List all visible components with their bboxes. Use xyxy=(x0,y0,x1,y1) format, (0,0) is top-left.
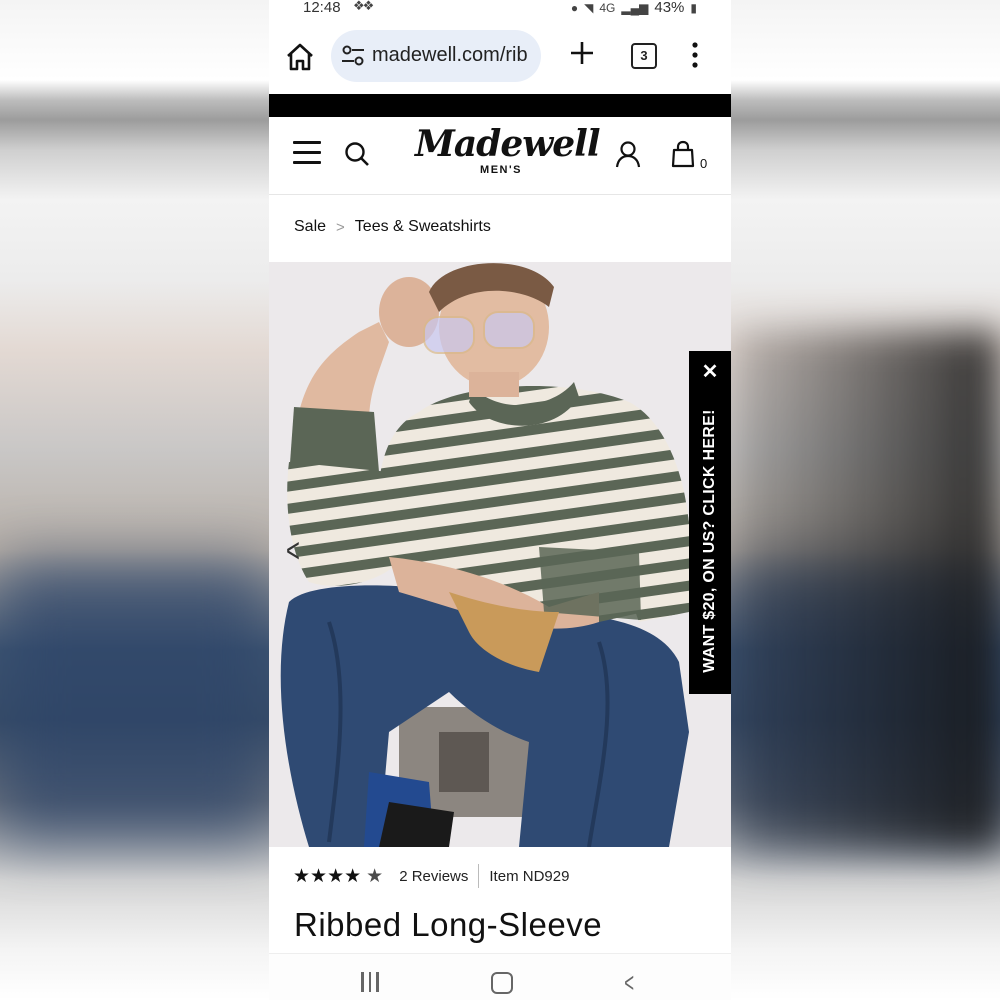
url-text: madewell.com/rib xyxy=(372,44,528,66)
battery-level: 43% xyxy=(654,0,685,16)
android-nav-bar: < xyxy=(269,953,731,1000)
menu-icon[interactable] xyxy=(293,141,321,165)
model-photo xyxy=(269,262,731,847)
location-icon: ● xyxy=(570,0,579,15)
dropbox-icon: ❖❖ xyxy=(353,0,374,13)
blurred-background-shadow xyxy=(732,330,1000,850)
back-icon[interactable]: < xyxy=(624,967,634,999)
battery-icon: ▮ xyxy=(690,0,697,15)
shopping-bag-icon[interactable] xyxy=(671,140,695,168)
promo-text[interactable]: WANT $20, ON US? CLICK HERE! xyxy=(701,409,719,673)
site-header: Madewell MEN'S 0 xyxy=(269,118,731,195)
reviews-link[interactable]: 2 Reviews xyxy=(399,868,468,885)
signal-icon: ▂▄▆ xyxy=(621,0,649,15)
close-icon[interactable]: ✕ xyxy=(689,359,731,384)
breadcrumb-sale[interactable]: Sale xyxy=(294,218,326,236)
tab-switcher-button[interactable]: 3 xyxy=(631,43,657,69)
star-rating[interactable]: ★★★★ ★ xyxy=(293,865,383,888)
search-icon[interactable] xyxy=(343,140,371,168)
madewell-logo[interactable]: Madewell MEN'S xyxy=(415,123,601,176)
breadcrumb-separator: > xyxy=(336,218,345,236)
previous-image-arrow[interactable]: < xyxy=(286,532,300,571)
half-star-icon: ★ xyxy=(366,865,384,887)
product-image[interactable]: < xyxy=(269,262,731,847)
recent-apps-icon[interactable] xyxy=(361,972,383,992)
network-type: 4G xyxy=(599,0,616,15)
home-nav-icon[interactable] xyxy=(491,972,513,994)
address-bar[interactable]: madewell.com/rib xyxy=(331,30,541,82)
wifi-icon: ◥ xyxy=(584,0,594,15)
blurred-background-left xyxy=(0,560,268,840)
item-number: Item ND929 xyxy=(489,867,570,885)
rating-row: ★★★★ ★ 2 Reviews Item ND929 xyxy=(293,864,569,888)
bag-count: 0 xyxy=(700,156,708,171)
logo-subtitle: MEN'S xyxy=(480,164,522,176)
logo-wordmark: Madewell xyxy=(415,123,601,165)
browser-toolbar: madewell.com/rib 3 xyxy=(269,26,731,90)
status-time: 12:48 xyxy=(303,0,341,16)
phone-screen: 12:48 ❖❖ ● ◥ 4G ▂▄▆ 43% ▮ madewell.com/r… xyxy=(269,0,731,1000)
promo-tab[interactable]: ✕ WANT $20, ON US? CLICK HERE! xyxy=(689,351,731,694)
new-tab-icon[interactable] xyxy=(567,38,597,68)
divider xyxy=(478,864,480,888)
site-settings-icon[interactable] xyxy=(341,45,365,67)
home-icon[interactable] xyxy=(283,40,317,74)
breadcrumb: Sale > Tees & Sweatshirts xyxy=(294,218,491,236)
status-right: ● ◥ 4G ▂▄▆ 43% ▮ xyxy=(571,0,697,16)
breadcrumb-tees-sweatshirts[interactable]: Tees & Sweatshirts xyxy=(355,218,491,236)
status-bar: 12:48 ❖❖ ● ◥ 4G ▂▄▆ 43% ▮ xyxy=(269,0,731,18)
account-icon[interactable] xyxy=(615,140,641,168)
full-stars: ★★★★ xyxy=(293,865,362,887)
product-title: Ribbed Long-Sleeve xyxy=(294,906,603,943)
more-options-icon[interactable] xyxy=(687,40,703,70)
promo-banner-bar[interactable] xyxy=(269,94,731,117)
